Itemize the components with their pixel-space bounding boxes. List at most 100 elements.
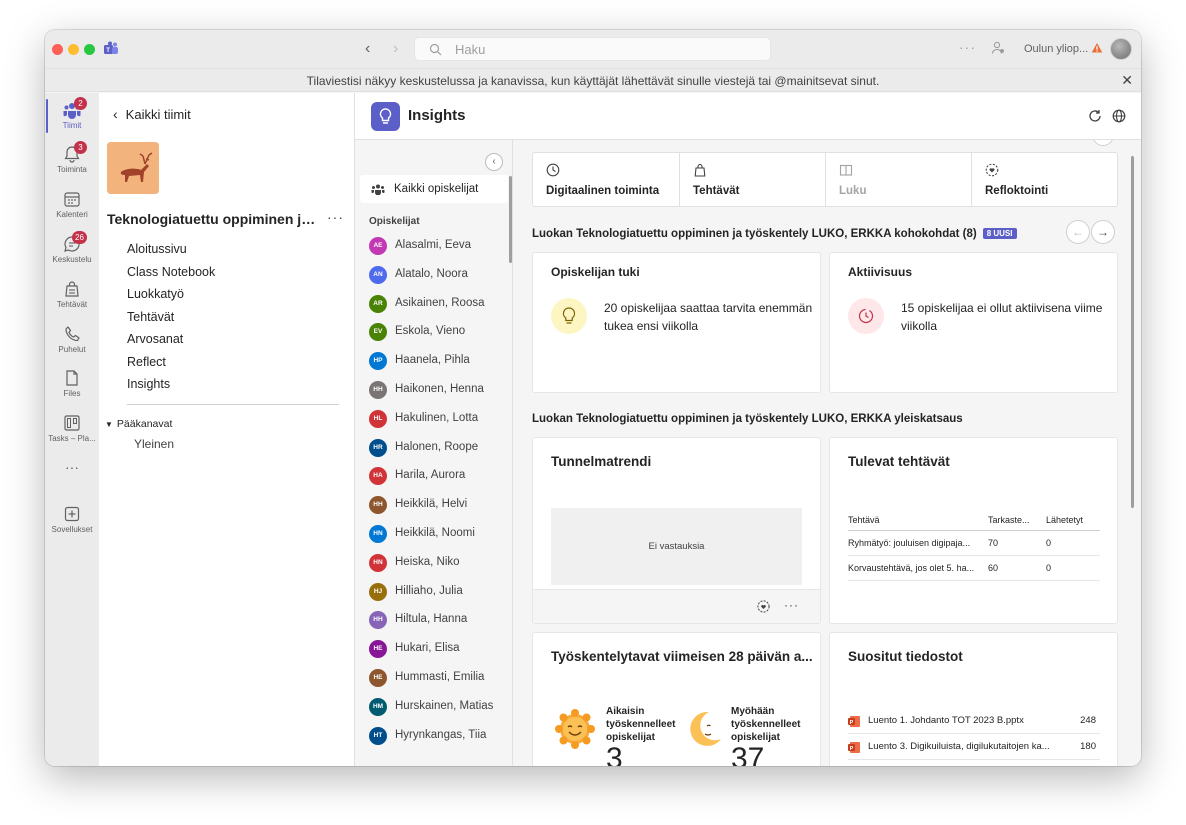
mood-trend-card[interactable]: Tunnelmatrendi Ei vastauksia ··· [532, 437, 821, 624]
close-icon[interactable]: ✕ [1121, 72, 1133, 89]
rail-label: Toiminta [57, 165, 87, 174]
student-avatar: HT [369, 726, 387, 745]
minimize-window-button[interactable] [68, 44, 79, 55]
refresh-icon[interactable] [1088, 109, 1102, 123]
globe-icon[interactable] [1112, 109, 1126, 123]
students-heading: Opiskelijat [369, 216, 420, 227]
table-row[interactable]: Ryhmätyö: jouluisen digipaja... 70 0 [848, 530, 1100, 556]
channels-heading-label: Pääkanavat [116, 418, 173, 430]
channel-item[interactable]: Yleinen [134, 437, 174, 451]
rail-item-planner[interactable]: Tasks – Pla... [45, 410, 99, 454]
highlights-title: Luokan Teknologiatuettu oppiminen ja työ… [532, 228, 977, 240]
table-cell: Korvaustehtävä, jos olet 5. ha... [848, 555, 988, 581]
more-apps-button[interactable]: ··· [45, 455, 99, 483]
card-title: Tunnelmatrendi [551, 454, 652, 469]
popular-files-card[interactable]: Suositut tiedostot P Luento 1. Johdanto … [829, 632, 1118, 766]
insights-header: Insights [355, 93, 1141, 140]
heart-icon[interactable] [757, 600, 770, 613]
search-box[interactable] [414, 37, 771, 61]
team-nav-item[interactable]: Class Notebook [127, 264, 215, 287]
students-panel: ‹ Kaikki opiskelijat Opiskelijat AE Alasa… [355, 140, 513, 766]
student-avatar: HN [369, 553, 387, 572]
rail-item-calls[interactable]: Puhelut [45, 321, 99, 365]
back-to-all-teams[interactable]: ‹ Kaikki tiimit [113, 106, 191, 122]
team-nav-item[interactable]: Tehtävät [127, 309, 215, 332]
caret-down-icon: ▼ [105, 420, 113, 429]
rail-item-calendar[interactable]: Kalenteri [45, 186, 99, 230]
channels-heading[interactable]: ▼ Pääkanavat [105, 418, 172, 430]
all-students-item[interactable]: Kaikki opiskelijat [360, 175, 508, 203]
file-item[interactable]: P Luento 1. Johdanto TOT 2023 B.pptx 248 [848, 708, 1100, 734]
student-name: Haikonen, Henna [395, 382, 484, 395]
people-icon[interactable] [991, 41, 1005, 55]
file-item[interactable]: P Luento 3. Digikuiluista, digilukutaito… [848, 734, 1100, 760]
tab-reflect[interactable]: Refloktointi [972, 153, 1117, 206]
team-avatar [107, 142, 159, 194]
team-name: Teknologiatuettu oppiminen ja t... [107, 211, 322, 227]
next-button[interactable]: → [1091, 220, 1115, 244]
collapse-panel-button[interactable]: ‹ [485, 153, 503, 171]
work-patterns-card[interactable]: Työskentelytavat viimeisen 28 päivän a..… [532, 632, 821, 766]
arrow-left-icon: ← [1072, 225, 1084, 239]
tab-label: Digitaalinen toiminta [546, 185, 660, 197]
forward-arrow-icon[interactable]: › [393, 40, 398, 58]
student-name: Alatalo, Noora [395, 267, 468, 280]
rail-item-assignments[interactable]: Tehtävät [45, 276, 99, 320]
rail-item-files[interactable]: Files [45, 365, 99, 409]
add-apps-icon [64, 506, 80, 522]
insights-tabs: Digitaalinen toiminta Tehtävät Luku Refl… [532, 152, 1118, 207]
card-title: Tulevat tehtävät [848, 454, 950, 469]
rail-label: Sovellukset [51, 525, 93, 534]
team-nav-item[interactable]: Arvosanat [127, 331, 215, 354]
tab-assignments[interactable]: Tehtävät [680, 153, 826, 206]
student-name: Alasalmi, Eeva [395, 239, 472, 251]
close-window-button[interactable] [52, 44, 63, 55]
sun-icon [555, 709, 595, 749]
highlight-card-student-support[interactable]: Opiskelijan tuki 20 opiskelijaa saattaa … [532, 252, 821, 393]
warning-icon[interactable] [1091, 42, 1103, 54]
team-nav-item[interactable]: Aloitussivu [127, 241, 215, 264]
highlights-heading: Luokan Teknologiatuettu oppiminen ja työ… [532, 228, 1017, 240]
late-workers-label: Myöhään työskennelleet opiskelijat [731, 706, 801, 743]
rail-label: Kalenteri [56, 210, 88, 219]
organization-name[interactable]: Oulun yliop... [1024, 43, 1088, 55]
scroll-up-button[interactable] [1092, 140, 1114, 146]
student-avatar: HM [369, 697, 387, 716]
team-nav-item[interactable]: Reflect [127, 354, 215, 377]
rail-item-teams[interactable]: 2 Tiimit [45, 97, 99, 141]
user-avatar[interactable] [1110, 38, 1132, 60]
divider [127, 404, 339, 405]
rail-label: Tiimit [62, 121, 82, 130]
more-options-icon[interactable]: ··· [784, 598, 799, 612]
team-nav-item[interactable]: Insights [127, 376, 215, 399]
more-options-icon[interactable]: ··· [959, 39, 976, 55]
student-name: Asikainen, Roosa [395, 296, 485, 309]
tab-reading[interactable]: Luku [826, 153, 972, 206]
new-badge: 8 UUSI [982, 228, 1017, 239]
rail-item-activity[interactable]: 3 Toiminta [45, 141, 99, 185]
table-row[interactable]: Korvaustehtävä, jos olet 5. ha... 60 0 [848, 555, 1100, 581]
search-input[interactable] [455, 41, 755, 57]
team-nav-item[interactable]: Luokkatyö [127, 286, 215, 309]
student-avatar: AR [369, 294, 387, 313]
rail-item-apps[interactable]: Sovellukset [45, 501, 99, 545]
back-arrow-icon[interactable]: ‹ [365, 40, 370, 58]
student-name: Haanela, Pihla [395, 354, 470, 367]
students-scrollbar[interactable] [509, 176, 512, 263]
app-rail: 2 Tiimit 3 Toiminta Kalenteri 26 Keskust… [45, 93, 99, 766]
student-avatar: HP [369, 352, 387, 371]
previous-button[interactable]: ← [1066, 220, 1090, 244]
team-more-options-icon[interactable]: ··· [327, 209, 344, 225]
student-name: Halonen, Roope [395, 440, 479, 453]
table-header-row: Tehtävä Tarkaste... Lähetetyt [848, 515, 1100, 531]
table-cell: 0 [1046, 530, 1100, 556]
highlight-text: 15 opiskelijaa ei ollut aktiivisena viim… [901, 301, 1103, 333]
content-scrollbar[interactable] [1131, 156, 1134, 508]
upcoming-assignments-card[interactable]: Tulevat tehtävät Tehtävä Tarkaste... Läh… [829, 437, 1118, 624]
svg-text:P: P [850, 746, 854, 752]
student-name: Hakulinen, Lotta [395, 411, 479, 424]
highlight-card-activity[interactable]: Aktiivisuus 15 opiskelijaa ei ollut akti… [829, 252, 1118, 393]
zoom-window-button[interactable] [84, 44, 95, 55]
tab-digital-activity[interactable]: Digitaalinen toiminta [533, 153, 680, 206]
rail-item-chat[interactable]: 26 Keskustelu [45, 231, 99, 275]
